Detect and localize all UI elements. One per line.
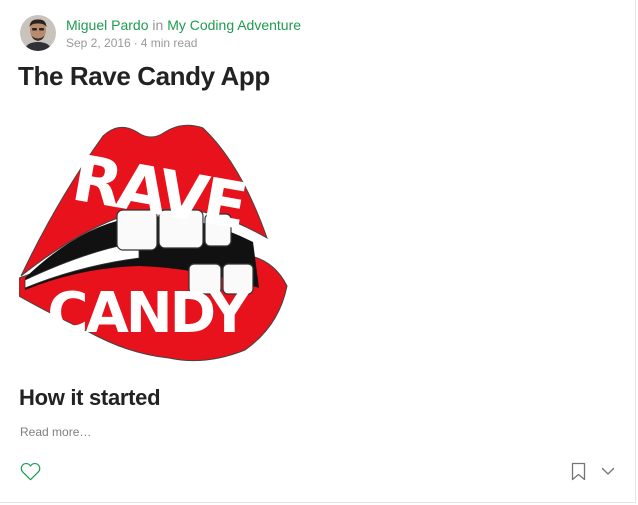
- author-meta: Miguel Pardo in My Coding Adventure Sep …: [66, 16, 301, 51]
- post-meta-line: Sep 2, 2016 · 4 min read: [66, 35, 301, 51]
- post-author-header: Miguel Pardo in My Coding Adventure Sep …: [20, 15, 301, 51]
- author-line: Miguel Pardo in My Coding Adventure: [66, 16, 301, 34]
- in-label: in: [152, 17, 164, 33]
- meta-separator: ·: [133, 36, 138, 50]
- publication-link[interactable]: My Coding Adventure: [167, 17, 301, 33]
- post-subtitle[interactable]: How it started: [19, 382, 161, 414]
- post-card: Miguel Pardo in My Coding Adventure Sep …: [0, 0, 636, 503]
- logo-text-bottom: CANDY: [47, 281, 251, 346]
- author-name-link[interactable]: Miguel Pardo: [66, 17, 149, 33]
- chevron-down-icon[interactable]: [600, 463, 616, 479]
- post-date[interactable]: Sep 2, 2016: [66, 36, 131, 50]
- post-hero-image[interactable]: RAVE CANDY: [18, 118, 289, 364]
- rave-candy-logo: RAVE CANDY: [18, 124, 288, 362]
- avatar[interactable]: [20, 15, 56, 51]
- bookmark-icon[interactable]: [569, 461, 587, 481]
- heart-icon[interactable]: [19, 461, 41, 481]
- post-title[interactable]: The Rave Candy App: [18, 59, 270, 93]
- read-more-link[interactable]: Read more…: [20, 424, 91, 440]
- read-time: 4 min read: [140, 36, 198, 50]
